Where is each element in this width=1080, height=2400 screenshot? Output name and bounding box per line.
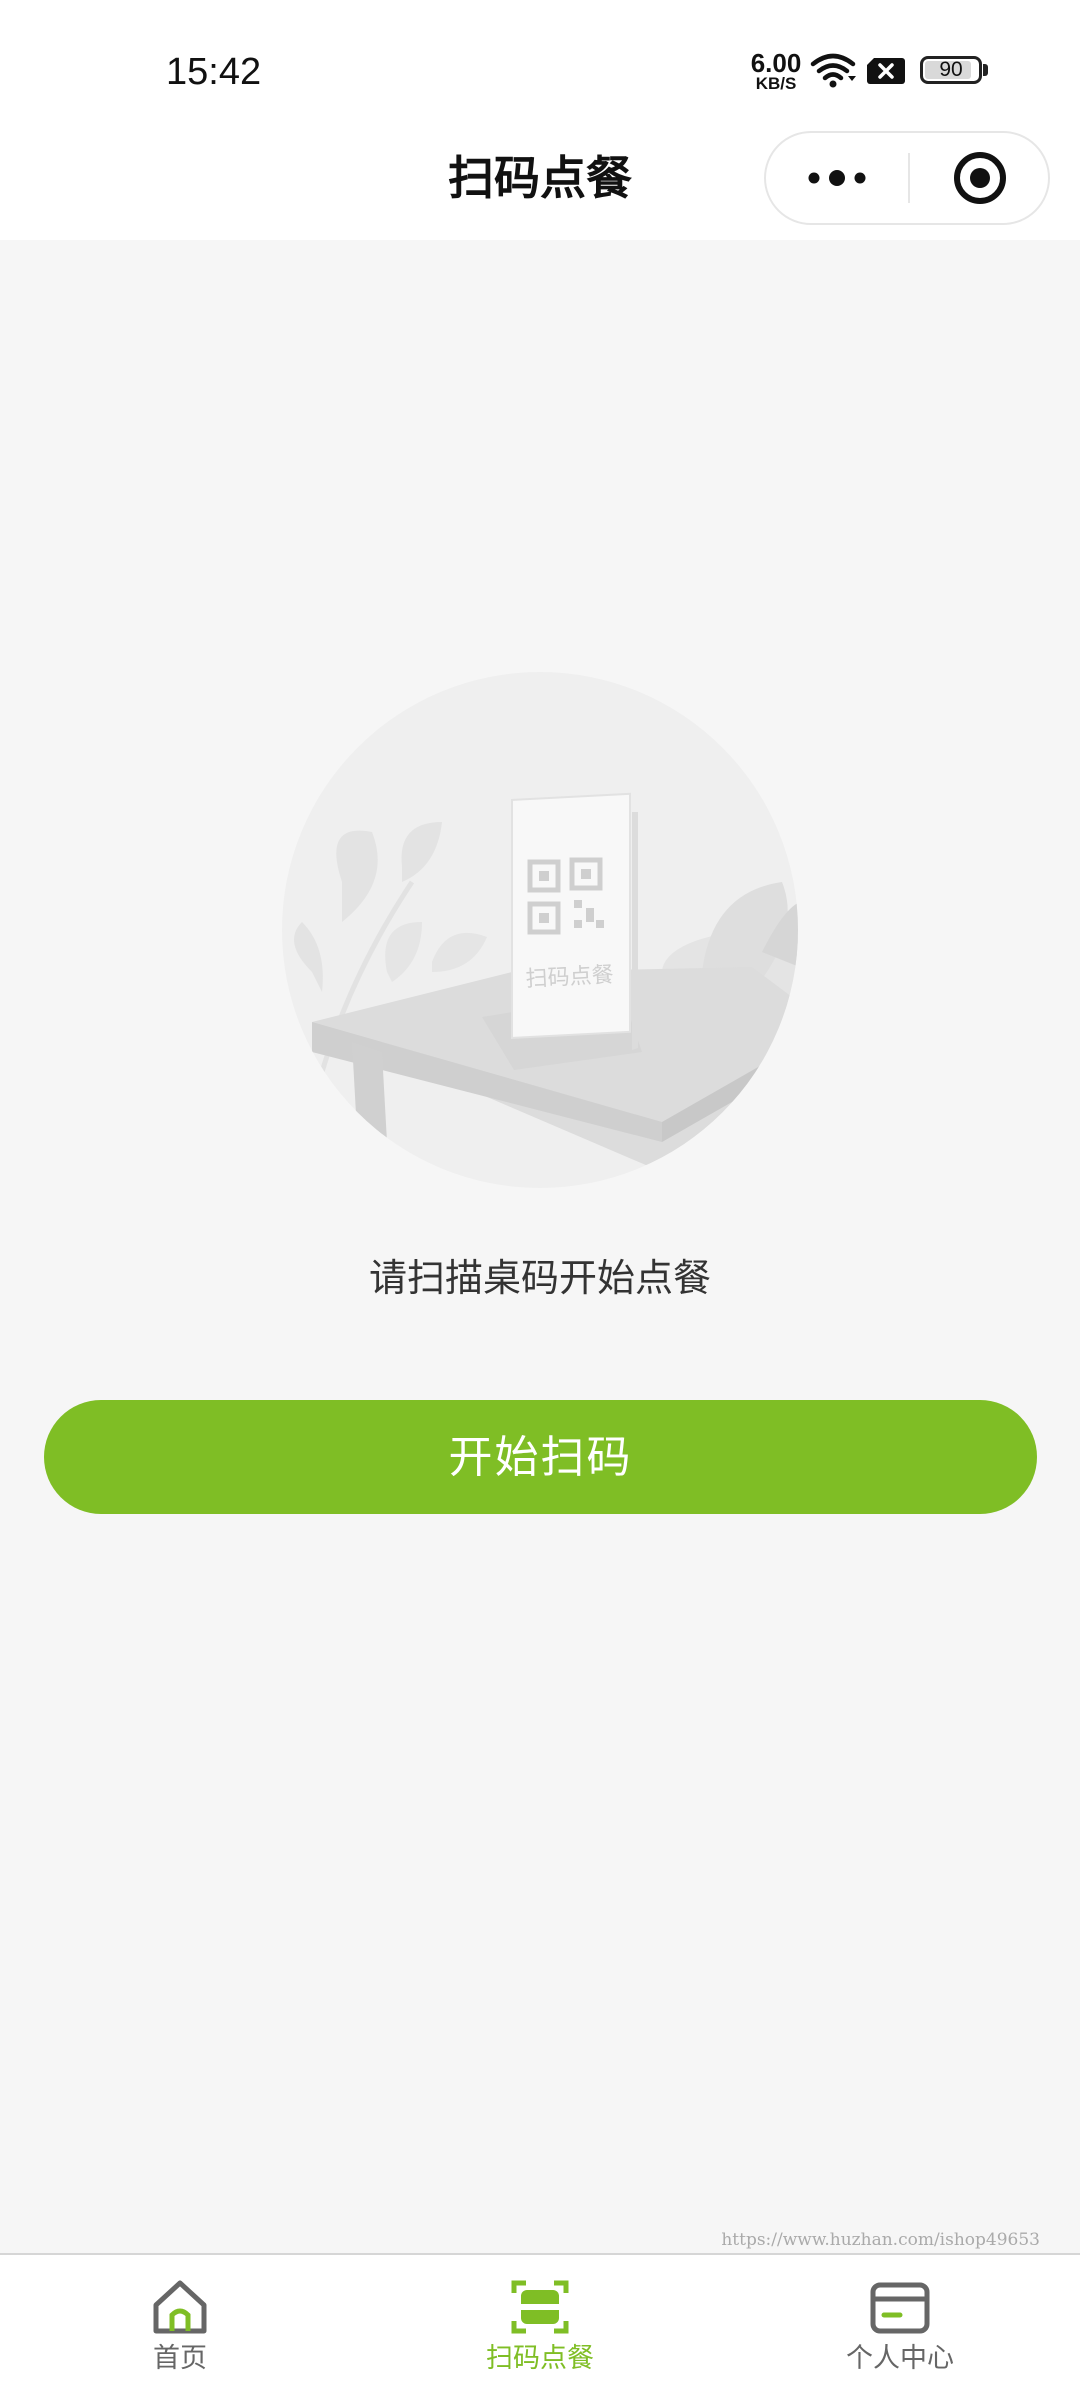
tab-label-scan-order: 扫码点餐 xyxy=(486,2343,594,2374)
network-speed-unit: KB/S xyxy=(755,74,797,93)
target-close-icon xyxy=(954,152,1006,204)
nav-bar: 扫码点餐 xyxy=(0,128,1080,240)
tab-label-home: 首页 xyxy=(153,2343,207,2374)
battery-level: 90 xyxy=(939,58,963,81)
more-dots-icon xyxy=(808,170,866,186)
start-scan-button[interactable]: 开始扫码 xyxy=(44,1400,1037,1514)
tab-home[interactable]: 首页 xyxy=(0,2255,360,2400)
mini-program-capsule xyxy=(764,131,1050,225)
more-button[interactable] xyxy=(766,133,908,223)
watermark: https://www.huzhan.com/ishop49653 xyxy=(721,2230,1040,2250)
tab-bar: 首页 扫码点餐 个人中心 xyxy=(0,2253,1080,2400)
battery-tip xyxy=(983,64,988,76)
scan-prompt: 请扫描桌码开始点餐 xyxy=(368,1256,711,1300)
sim-blocked-icon xyxy=(867,58,905,84)
network-speed: 6.00 KB/S xyxy=(748,50,804,92)
card-icon xyxy=(870,2282,930,2334)
scan-icon xyxy=(511,2280,569,2334)
network-speed-value: 6.00 xyxy=(750,48,802,78)
status-time: 15:42 xyxy=(166,51,262,93)
tab-profile[interactable]: 个人中心 xyxy=(720,2255,1080,2400)
illustration-label: 扫码点餐 xyxy=(525,963,614,993)
tab-label-profile: 个人中心 xyxy=(846,2343,954,2374)
tab-scan-order[interactable]: 扫码点餐 xyxy=(360,2255,720,2400)
status-bar: 15:42 6.00 KB/S 90 xyxy=(0,0,1080,128)
home-icon xyxy=(153,2280,207,2334)
wifi-icon xyxy=(810,53,856,88)
close-button[interactable] xyxy=(910,133,1050,223)
battery-icon: 90 xyxy=(920,56,982,84)
scan-table-illustration: 扫码点餐 xyxy=(282,672,798,1188)
